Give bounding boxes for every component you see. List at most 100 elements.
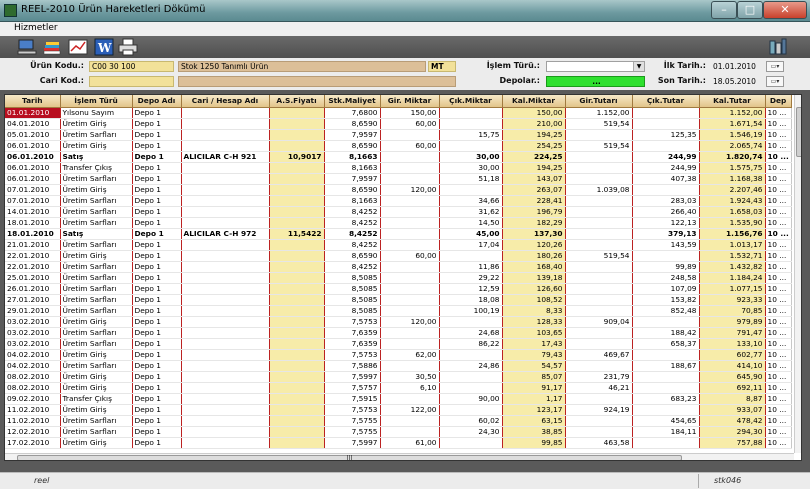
column-header[interactable]: İşlem Türü bbox=[60, 95, 133, 108]
table-cell: 54,57 bbox=[502, 360, 566, 372]
table-row[interactable]: 07.01.2010 Üretim Sarfları Depo 1 8,1663 34,… bbox=[5, 195, 792, 207]
table-row[interactable]: 09.02.2010 Transfer Çıkış Depo 1 7,5915 90,0… bbox=[5, 393, 792, 405]
table-cell bbox=[269, 437, 325, 449]
table-row[interactable]: 12.02.2010 Üretim Sarfları Depo 1 7,5755 24,… bbox=[5, 426, 792, 438]
table-cell: 38,85 bbox=[502, 426, 566, 438]
table-row[interactable]: 03.02.2010 Üretim Sarfları Depo 1 7,6359 86,… bbox=[5, 338, 792, 350]
table-cell: 263,07 bbox=[502, 184, 566, 196]
ilk-tarih-field[interactable]: 01.01.2010 bbox=[710, 61, 762, 72]
table-cell: Depo 1 bbox=[132, 349, 182, 361]
cari-kod-field[interactable] bbox=[89, 76, 174, 87]
minimize-button[interactable]: – bbox=[711, 1, 737, 19]
table-cell: 8,4252 bbox=[324, 261, 381, 273]
table-cell bbox=[269, 118, 325, 130]
horizontal-scroll-thumb[interactable]: ||| bbox=[17, 455, 682, 460]
computer-icon[interactable] bbox=[17, 38, 37, 56]
table-row[interactable]: 11.02.2010 Üretim Giriş Depo 1 7,5753 122,00… bbox=[5, 404, 792, 416]
horizontal-scrollbar[interactable]: ||| bbox=[5, 453, 794, 460]
table-cell: 266,40 bbox=[632, 206, 700, 218]
column-header[interactable]: Kal.Miktar bbox=[502, 95, 566, 108]
table-cell: 2.065,74 bbox=[699, 140, 766, 152]
printer-icon[interactable] bbox=[118, 38, 138, 56]
table-cell: 11.02.2010 bbox=[5, 404, 61, 416]
table-row[interactable]: 04.01.2010 Üretim Giriş Depo 1 8,6590 60,00 2… bbox=[5, 118, 792, 130]
urun-adi-field: Stok 1250 Tanımlı Ürün bbox=[178, 61, 426, 72]
books-icon[interactable] bbox=[42, 38, 62, 56]
table-cell: 10 ... bbox=[765, 349, 792, 361]
table-cell: 10 ... bbox=[765, 239, 792, 251]
column-header[interactable]: A.S.Fiyatı bbox=[269, 95, 325, 108]
table-row[interactable]: 25.01.2010 Üretim Sarfları Depo 1 8,5085 29,… bbox=[5, 272, 792, 284]
vertical-scrollbar[interactable] bbox=[794, 95, 801, 453]
menu-hizmetler[interactable]: Hizmetler bbox=[14, 23, 58, 33]
column-header[interactable]: Stk.Maliyet bbox=[324, 95, 381, 108]
table-row[interactable]: 06.01.2010 Transfer Çıkış Depo 1 8,1663 30,0… bbox=[5, 162, 792, 174]
table-cell bbox=[269, 283, 325, 295]
son-tarih-calendar-icon[interactable]: ▭▾ bbox=[766, 76, 784, 87]
table-row[interactable]: 03.02.2010 Üretim Giriş Depo 1 7,5753 120,00… bbox=[5, 316, 792, 328]
table-row[interactable]: 18.01.2010 Satış Depo 1 ALICILAR C-H 972 11,… bbox=[5, 228, 792, 240]
table-row[interactable]: 27.01.2010 Üretim Sarfları Depo 1 8,5085 18,… bbox=[5, 294, 792, 306]
table-cell bbox=[181, 294, 270, 306]
column-header[interactable]: Kal.Tutar bbox=[699, 95, 766, 108]
table-row[interactable]: 07.01.2010 Üretim Giriş Depo 1 8,6590 120,00… bbox=[5, 184, 792, 196]
table-cell: 120,00 bbox=[380, 316, 440, 328]
column-header[interactable]: Gir.Tutarı bbox=[565, 95, 633, 108]
table-row[interactable]: 04.02.2010 Üretim Giriş Depo 1 7,5753 62,00 7… bbox=[5, 349, 792, 361]
table-cell: 283,03 bbox=[632, 195, 700, 207]
table-cell bbox=[269, 195, 325, 207]
table-row[interactable]: 21.01.2010 Üretim Sarfları Depo 1 8,4252 17,… bbox=[5, 239, 792, 251]
table-cell: 143,59 bbox=[632, 239, 700, 251]
table-row[interactable]: 06.01.2010 Satış Depo 1 ALICILAR C-H 921 10,… bbox=[5, 151, 792, 163]
table-row[interactable]: 03.02.2010 Üretim Sarfları Depo 1 7,6359 24,… bbox=[5, 327, 792, 339]
column-header[interactable]: Gir. Miktar bbox=[380, 95, 440, 108]
table-row[interactable]: 18.01.2010 Üretim Sarfları Depo 1 8,4252 14,… bbox=[5, 217, 792, 229]
ilk-tarih-calendar-icon[interactable]: ▭▾ bbox=[766, 61, 784, 72]
table-row[interactable]: 06.01.2010 Üretim Sarfları Depo 1 7,9597 51,… bbox=[5, 173, 792, 185]
table-cell bbox=[380, 151, 440, 163]
table-row[interactable]: 08.02.2010 Üretim Giriş Depo 1 7,5997 30,50 8… bbox=[5, 371, 792, 383]
table-cell bbox=[380, 272, 440, 284]
table-row[interactable]: 29.01.2010 Üretim Sarfları Depo 1 8,5085 100… bbox=[5, 305, 792, 317]
column-header[interactable]: Çık.Miktar bbox=[439, 95, 503, 108]
column-header[interactable]: Tarih bbox=[5, 95, 61, 108]
islem-turu-select[interactable]: ▼ bbox=[546, 61, 645, 72]
table-row[interactable]: 26.01.2010 Üretim Sarfları Depo 1 8,5085 12,… bbox=[5, 283, 792, 295]
column-header[interactable]: Dep bbox=[765, 95, 792, 108]
table-cell: 244,99 bbox=[632, 162, 700, 174]
chart-icon[interactable] bbox=[68, 38, 88, 56]
depolar-button[interactable]: ... bbox=[546, 76, 645, 87]
table-cell: 924,19 bbox=[565, 404, 633, 416]
settings-icon[interactable] bbox=[768, 38, 788, 56]
word-icon[interactable]: W bbox=[94, 38, 114, 56]
table-row[interactable]: 14.01.2010 Üretim Sarfları Depo 1 8,4252 31,… bbox=[5, 206, 792, 218]
column-header[interactable]: Depo Adı bbox=[132, 95, 182, 108]
urun-kodu-field[interactable]: C00 30 100 bbox=[89, 61, 174, 72]
table-row[interactable]: 22.01.2010 Üretim Giriş Depo 1 8,6590 60,00 1… bbox=[5, 250, 792, 262]
table-row[interactable]: 01.01.2010 Yılsonu Sayım Depo 1 7,6800 150,0… bbox=[5, 107, 792, 119]
table-row[interactable]: 08.02.2010 Üretim Giriş Depo 1 7,5757 6,10 91… bbox=[5, 382, 792, 394]
table-cell bbox=[181, 415, 270, 427]
close-button[interactable]: ✕ bbox=[763, 1, 807, 19]
column-header[interactable]: Çık.Tutar bbox=[632, 95, 700, 108]
table-cell: 09.02.2010 bbox=[5, 393, 61, 405]
table-row[interactable]: 06.01.2010 Üretim Giriş Depo 1 8,6590 60,00 2… bbox=[5, 140, 792, 152]
table-cell bbox=[380, 360, 440, 372]
table-cell bbox=[565, 327, 633, 339]
son-tarih-field[interactable]: 18.05.2010 bbox=[710, 76, 762, 87]
table-row[interactable]: 17.02.2010 Üretim Giriş Depo 1 7,5997 61,00 9… bbox=[5, 437, 792, 449]
table-cell bbox=[181, 173, 270, 185]
table-row[interactable]: 04.02.2010 Üretim Sarfları Depo 1 7,5886 24,… bbox=[5, 360, 792, 372]
table-cell: 120,00 bbox=[380, 184, 440, 196]
table-cell bbox=[439, 107, 503, 119]
maximize-button[interactable]: □ bbox=[737, 1, 763, 19]
vertical-scroll-thumb[interactable] bbox=[796, 107, 801, 157]
table-cell: 99,89 bbox=[632, 261, 700, 273]
table-cell: 7,5755 bbox=[324, 426, 381, 438]
table-row[interactable]: 11.02.2010 Üretim Sarfları Depo 1 7,5755 60,… bbox=[5, 415, 792, 427]
table-row[interactable]: 22.01.2010 Üretim Sarfları Depo 1 8,4252 11,… bbox=[5, 261, 792, 273]
dropdown-arrow-icon[interactable]: ▼ bbox=[633, 62, 644, 71]
table-cell: 143,07 bbox=[502, 173, 566, 185]
column-header[interactable]: Cari / Hesap Adı bbox=[181, 95, 270, 108]
table-row[interactable]: 05.01.2010 Üretim Sarfları Depo 1 7,9597 15,… bbox=[5, 129, 792, 141]
